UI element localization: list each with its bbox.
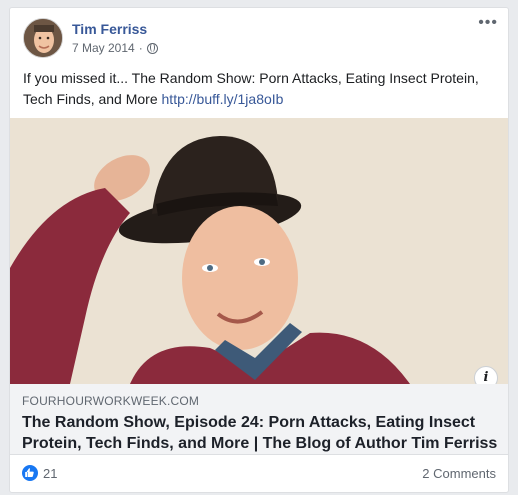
post-date[interactable]: 7 May 2014 <box>72 41 135 55</box>
preview-photo <box>10 118 508 384</box>
globe-icon[interactable] <box>146 42 158 54</box>
avatar-photo <box>24 19 62 57</box>
post-footer: 21 2 Comments <box>10 454 508 492</box>
avatar[interactable] <box>23 18 63 58</box>
link-preview-image[interactable] <box>10 118 508 384</box>
more-dots-icon[interactable]: ••• <box>478 15 498 31</box>
post-text: If you missed it... The Random Show: Por… <box>23 68 501 110</box>
thumbs-up-glyph <box>25 468 34 477</box>
link-preview-box[interactable]: FOURHOURWORKWEEK.COM The Random Show, Ep… <box>10 384 508 455</box>
link-domain: FOURHOURWORKWEEK.COM <box>22 394 200 408</box>
post-link[interactable]: http://buff.ly/1ja8oIb <box>162 91 284 107</box>
like-count[interactable]: 21 <box>43 466 57 481</box>
link-title[interactable]: The Random Show, Episode 24: Porn Attack… <box>22 412 500 454</box>
author-name[interactable]: Tim Ferriss <box>72 21 147 37</box>
post-meta: 7 May 2014 · <box>72 41 158 55</box>
post-card: Tim Ferriss 7 May 2014 · ••• If you miss… <box>9 7 509 493</box>
meta-separator: · <box>138 41 143 55</box>
thumbs-up-icon[interactable] <box>22 465 38 481</box>
comments-count[interactable]: 2 Comments <box>422 466 496 481</box>
